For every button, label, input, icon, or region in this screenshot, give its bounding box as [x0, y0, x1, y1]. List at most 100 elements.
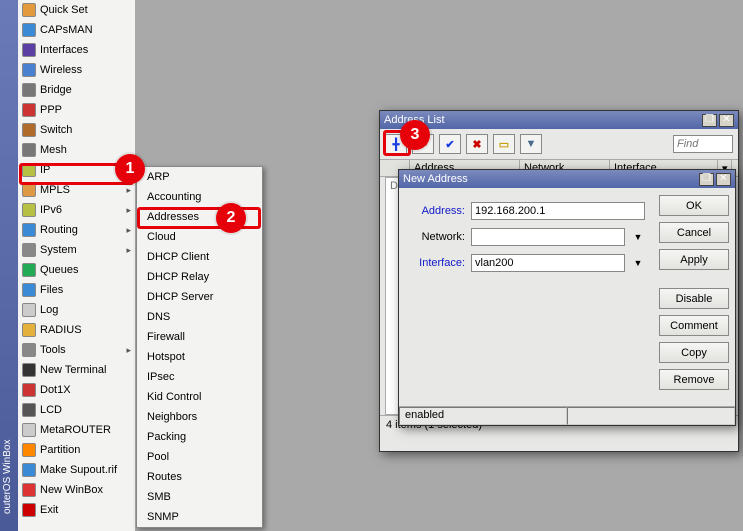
sidebar-item-mesh[interactable]: Mesh: [18, 140, 135, 160]
sidebar-item-label: IP: [40, 164, 50, 176]
close-icon[interactable]: ✕: [719, 114, 734, 127]
sidebar-item-routing[interactable]: Routing▸: [18, 220, 135, 240]
sidebar-item-capsman[interactable]: CAPsMAN: [18, 20, 135, 40]
sidebar-item-new-winbox[interactable]: New WinBox: [18, 480, 135, 500]
sidebar-item-switch[interactable]: Switch: [18, 120, 135, 140]
menu-icon: [22, 483, 36, 497]
sidebar-item-mpls[interactable]: MPLS▸: [18, 180, 135, 200]
menu-icon: [22, 123, 36, 137]
sidebar-item-label: LCD: [40, 404, 62, 416]
submenu-item-accounting[interactable]: Accounting: [137, 187, 262, 207]
sidebar-item-ppp[interactable]: PPP: [18, 100, 135, 120]
status-empty: [567, 407, 735, 425]
titlebar-address-list[interactable]: Address List ❐ ✕: [380, 111, 738, 129]
submenu-item-packing[interactable]: Packing: [137, 427, 262, 447]
label-address[interactable]: Address:: [407, 205, 465, 217]
menu-icon: [22, 143, 36, 157]
apply-button[interactable]: Apply: [659, 249, 729, 270]
sidebar-item-wireless[interactable]: Wireless: [18, 60, 135, 80]
submenu-item-dhcp-relay[interactable]: DHCP Relay: [137, 267, 262, 287]
chevron-right-icon: ▸: [126, 345, 131, 356]
submenu-item-dhcp-client[interactable]: DHCP Client: [137, 247, 262, 267]
ok-button[interactable]: OK: [659, 195, 729, 216]
remove-button[interactable]: Remove: [659, 369, 729, 390]
submenu-item-cloud[interactable]: Cloud: [137, 227, 262, 247]
chevron-right-icon: ▸: [126, 205, 131, 216]
sidebar-item-exit[interactable]: Exit: [18, 500, 135, 520]
copy-button[interactable]: Copy: [659, 342, 729, 363]
disable-button[interactable]: Disable: [659, 288, 729, 309]
restore-icon[interactable]: ❐: [699, 173, 714, 186]
callout-1: 1: [115, 154, 145, 184]
submenu-item-ipsec[interactable]: IPsec: [137, 367, 262, 387]
menu-icon: [22, 243, 36, 257]
submenu-item-snmp[interactable]: SNMP: [137, 507, 262, 527]
sidebar-item-label: MetaROUTER: [40, 424, 111, 436]
sidebar-item-system[interactable]: System▸: [18, 240, 135, 260]
sidebar-item-make-supout.rif[interactable]: Make Supout.rif: [18, 460, 135, 480]
sidebar-item-label: Wireless: [40, 64, 82, 76]
submenu-item-pool[interactable]: Pool: [137, 447, 262, 467]
sidebar-item-label: MPLS: [40, 184, 70, 196]
sidebar-item-label: Files: [40, 284, 63, 296]
disable-button[interactable]: ✖: [466, 134, 488, 154]
menu-icon: [22, 463, 36, 477]
sidebar-item-new-terminal[interactable]: New Terminal: [18, 360, 135, 380]
sidebar-item-log[interactable]: Log: [18, 300, 135, 320]
menu-icon: [22, 403, 36, 417]
submenu-item-hotspot[interactable]: Hotspot: [137, 347, 262, 367]
sidebar-item-radius[interactable]: RADIUS: [18, 320, 135, 340]
chevron-right-icon: ▸: [126, 245, 131, 256]
sidebar-item-tools[interactable]: Tools▸: [18, 340, 135, 360]
menu-icon: [22, 23, 36, 37]
label-interface[interactable]: Interface:: [407, 257, 465, 269]
sidebar-item-label: Quick Set: [40, 4, 88, 16]
comment-button[interactable]: Comment: [659, 315, 729, 336]
interface-field[interactable]: [471, 254, 625, 272]
sidebar-item-label: Partition: [40, 444, 80, 456]
menu-icon: [22, 183, 36, 197]
address-field[interactable]: [471, 202, 645, 220]
submenu-item-neighbors[interactable]: Neighbors: [137, 407, 262, 427]
sidebar-item-interfaces[interactable]: Interfaces: [18, 40, 135, 60]
sidebar-item-quick-set[interactable]: Quick Set: [18, 0, 135, 20]
enable-button[interactable]: ✔: [439, 134, 461, 154]
dialog-status-row: enabled: [399, 406, 735, 425]
submenu-item-routes[interactable]: Routes: [137, 467, 262, 487]
comment-button[interactable]: ▭: [493, 134, 515, 154]
chevron-down-icon[interactable]: ▼: [631, 254, 645, 272]
sidebar-item-bridge[interactable]: Bridge: [18, 80, 135, 100]
submenu-item-dhcp-server[interactable]: DHCP Server: [137, 287, 262, 307]
sidebar-item-ipv6[interactable]: IPv6▸: [18, 200, 135, 220]
sidebar-item-label: CAPsMAN: [40, 24, 93, 36]
sidebar-item-queues[interactable]: Queues: [18, 260, 135, 280]
submenu-item-smb[interactable]: SMB: [137, 487, 262, 507]
sidebar-item-files[interactable]: Files: [18, 280, 135, 300]
menu-icon: [22, 203, 36, 217]
submenu-item-arp[interactable]: ARP: [137, 167, 262, 187]
form-area: Address: Network: ▼ Interface: ▼: [399, 188, 653, 406]
submenu-item-dns[interactable]: DNS: [137, 307, 262, 327]
dialog-title: New Address: [403, 173, 468, 185]
sidebar-item-partition[interactable]: Partition: [18, 440, 135, 460]
close-icon[interactable]: ✕: [716, 173, 731, 186]
find-input[interactable]: [673, 135, 733, 153]
sidebar-item-label: Make Supout.rif: [40, 464, 117, 476]
menu-icon: [22, 343, 36, 357]
chevron-down-icon[interactable]: ▼: [631, 228, 645, 246]
sidebar-item-label: Dot1X: [40, 384, 71, 396]
submenu-item-kid-control[interactable]: Kid Control: [137, 387, 262, 407]
cancel-button[interactable]: Cancel: [659, 222, 729, 243]
menu-icon: [22, 163, 36, 177]
sidebar-item-label: Queues: [40, 264, 79, 276]
submenu-item-firewall[interactable]: Firewall: [137, 327, 262, 347]
network-field[interactable]: [471, 228, 625, 246]
sidebar-item-metarouter[interactable]: MetaROUTER: [18, 420, 135, 440]
titlebar-new-address[interactable]: New Address ❐ ✕: [399, 170, 735, 188]
restore-icon[interactable]: ❐: [702, 114, 717, 127]
x-icon: ✖: [472, 138, 481, 151]
toolbar: ╋ ━ ✔ ✖ ▭ ▼: [380, 129, 738, 159]
filter-button[interactable]: ▼: [520, 134, 542, 154]
sidebar-item-lcd[interactable]: LCD: [18, 400, 135, 420]
sidebar-item-dot1x[interactable]: Dot1X: [18, 380, 135, 400]
